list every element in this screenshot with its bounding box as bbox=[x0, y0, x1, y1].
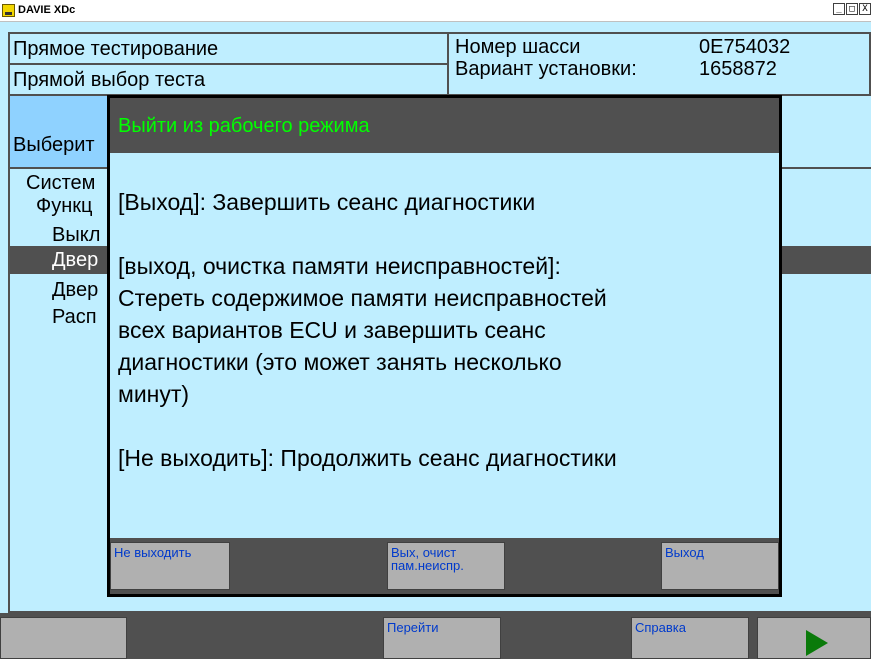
direct-testing-label: Прямое тестирование bbox=[13, 38, 219, 60]
variant-label: Вариант установки: bbox=[455, 58, 637, 80]
window-titlebar: DAVIE XDc _ □ X bbox=[0, 0, 871, 22]
dialog-body: [Выход]: Завершить сеанс диагностики [вы… bbox=[118, 153, 773, 474]
direct-test-select-label: Прямой выбор теста bbox=[13, 69, 206, 91]
exit-clear-line-5: минут) bbox=[118, 381, 190, 407]
dialog-title: Выйти из рабочего режима bbox=[118, 115, 370, 137]
function-bar: Перейти Справка bbox=[0, 613, 871, 659]
exit-button[interactable]: Выход bbox=[661, 542, 779, 590]
function-slot-2 bbox=[129, 617, 255, 659]
stay-description: [Не выходить]: Продолжить сеанс диагност… bbox=[118, 445, 617, 471]
help-button[interactable]: Справка bbox=[631, 617, 749, 659]
window-title: DAVIE XDc bbox=[18, 4, 76, 16]
chassis-value: 0E754032 bbox=[699, 36, 791, 58]
exit-clear-line-2: Стереть содержимое памяти неисправностей bbox=[118, 285, 607, 311]
help-button-label: Справка bbox=[635, 620, 686, 635]
chassis-label: Номер шасси bbox=[455, 36, 581, 58]
exit-dialog: Выйти из рабочего режима [Выход]: Заверш… bbox=[107, 95, 782, 597]
dialog-footer: Не выходить Вых, очист пам.неиспр. Выход bbox=[110, 538, 779, 594]
exit-clear-label-line2: пам.неиспр. bbox=[391, 558, 464, 573]
close-button[interactable]: X bbox=[859, 3, 871, 15]
vehicle-info-panel: Номер шасси 0E754032 Вариант установки: … bbox=[447, 32, 871, 96]
maximize-button[interactable]: □ bbox=[846, 3, 858, 15]
exit-clear-line-4: диагностики (это может занять несколько bbox=[118, 349, 562, 375]
dialog-titlebar: Выйти из рабочего режима bbox=[110, 98, 779, 153]
exit-label: Выход bbox=[665, 545, 704, 560]
minimize-button[interactable]: _ bbox=[833, 3, 845, 15]
window-controls: _ □ X bbox=[833, 3, 871, 15]
exit-clear-heading: [выход, очистка памяти неисправностей]: bbox=[118, 253, 561, 279]
next-button[interactable] bbox=[757, 617, 871, 659]
play-triangle-icon bbox=[806, 630, 828, 656]
direct-test-select-header: Прямой выбор теста bbox=[8, 63, 449, 96]
go-button-label: Перейти bbox=[387, 620, 439, 635]
app-logo-icon bbox=[2, 4, 15, 17]
exit-clear-line-3: всех вариантов ECU и завершить сеанс bbox=[118, 317, 546, 343]
direct-testing-header: Прямое тестирование bbox=[8, 32, 449, 65]
dont-exit-label: Не выходить bbox=[114, 545, 192, 560]
choose-prompt-label: Выберит bbox=[13, 134, 95, 156]
go-button[interactable]: Перейти bbox=[383, 617, 501, 659]
variant-value: 1658872 bbox=[699, 58, 777, 80]
exit-description: [Выход]: Завершить сеанс диагностики bbox=[118, 189, 536, 215]
exit-clear-memory-button[interactable]: Вых, очист пам.неиспр. bbox=[387, 542, 505, 590]
dont-exit-button[interactable]: Не выходить bbox=[110, 542, 230, 590]
function-slot-1 bbox=[0, 617, 127, 659]
